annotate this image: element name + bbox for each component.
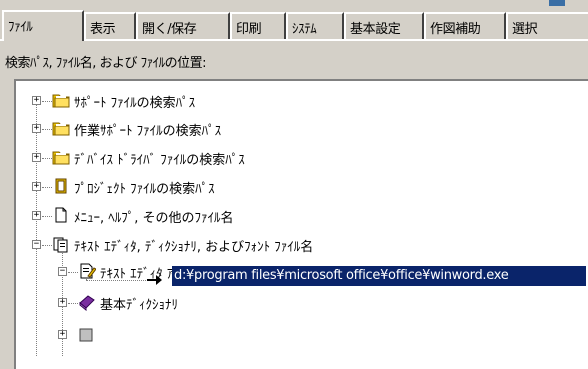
expand-icon[interactable]: + <box>32 211 41 220</box>
tab-open-save[interactable]: 開く/保存 <box>136 12 230 39</box>
tree-item-label: ﾌﾟﾛｼﾞｪｸﾄ ﾌｧｲﾙの検索ﾊﾟｽ <box>74 182 215 197</box>
tab-divider <box>0 39 588 41</box>
tree-item-label: ﾒﾆｭｰ, ﾍﾙﾌﾟ, その他のﾌｧｲﾙ名 <box>74 211 234 226</box>
tree-item-label: ｻﾎﾟｰﾄ ﾌｧｲﾙの検索ﾊﾟｽ <box>74 96 196 111</box>
tree-item-label: 作業ｻﾎﾟｰﾄ ﾌｧｲﾙの検索ﾊﾟｽ <box>74 124 222 139</box>
tab-label: ﾌｧｲﾙ <box>8 20 33 35</box>
tab-selection[interactable]: 選択 <box>506 12 588 39</box>
folder-stack-icon <box>52 122 70 136</box>
tab-drafting[interactable]: 作図補助 <box>424 12 506 39</box>
tree-connector <box>42 216 52 217</box>
tree-connector <box>42 101 52 102</box>
expand-icon[interactable]: + <box>32 124 41 133</box>
tab-label: 選択 <box>512 22 538 37</box>
tab-label: 表示 <box>90 22 116 37</box>
tab-label: 印刷 <box>236 22 262 37</box>
tab-label: 開く/保存 <box>142 22 197 37</box>
folder-stack-icon <box>52 151 70 165</box>
tree-connector <box>68 272 78 273</box>
expand-icon[interactable]: + <box>32 182 41 191</box>
project-file-icon <box>55 178 67 194</box>
expand-icon[interactable]: + <box>58 298 67 307</box>
tree-item-label: ﾃｷｽﾄ ｴﾃﾞｨﾀ, ﾃﾞｨｸｼｮﾅﾘ, およびﾌｫﾝﾄ ﾌｧｲﾙ名 <box>74 240 314 255</box>
tree-connector <box>68 303 78 304</box>
tab-label: 作図補助 <box>430 22 481 37</box>
book-icon <box>79 295 95 311</box>
arrow-icon <box>147 275 162 285</box>
tab-file[interactable]: ﾌｧｲﾙ <box>2 10 84 41</box>
tree-connector <box>86 280 146 281</box>
document-icon <box>55 207 67 223</box>
dictionary-icon <box>79 328 93 342</box>
text-editor-icon <box>80 263 96 279</box>
tree-item-label: ﾃﾞﾊﾞｲｽ ﾄﾞﾗｲﾊﾞ ﾌｧｲﾙの検索ﾊﾟｽ <box>74 153 245 168</box>
tab-system[interactable]: ｼｽﾃﾑ <box>286 12 344 39</box>
expand-icon[interactable]: + <box>32 153 41 162</box>
tree-connector <box>36 100 37 356</box>
collapse-icon[interactable]: − <box>58 267 67 276</box>
tab-print[interactable]: 印刷 <box>230 12 286 39</box>
expand-icon[interactable]: + <box>32 96 41 105</box>
documents-icon <box>53 237 68 253</box>
collapse-icon[interactable]: − <box>32 240 41 249</box>
tree-connector <box>42 158 52 159</box>
tree-connector <box>42 245 52 246</box>
tree-connector <box>42 129 52 130</box>
section-label: 検索ﾊﾟｽ, ﾌｧｲﾙ名, および ﾌｧｲﾙの位置: <box>5 56 207 71</box>
tab-basic-settings[interactable]: 基本設定 <box>344 12 424 39</box>
tree-item-label: 基本ﾃﾞｨｸｼｮﾅﾘ <box>100 298 179 313</box>
tab-bar: ﾌｧｲﾙ 表示 開く/保存 印刷 ｼｽﾃﾑ 基本設定 作図補助 選択 <box>0 0 588 41</box>
tab-label: 基本設定 <box>350 22 401 37</box>
tree-connector <box>42 187 52 188</box>
tab-label: ｼｽﾃﾑ <box>292 22 317 37</box>
editor-path-value[interactable]: d:¥program files¥microsoft office¥office… <box>171 265 587 287</box>
tab-display[interactable]: 表示 <box>84 12 136 39</box>
expand-icon[interactable]: + <box>58 330 67 339</box>
folder-stack-icon <box>52 94 70 108</box>
